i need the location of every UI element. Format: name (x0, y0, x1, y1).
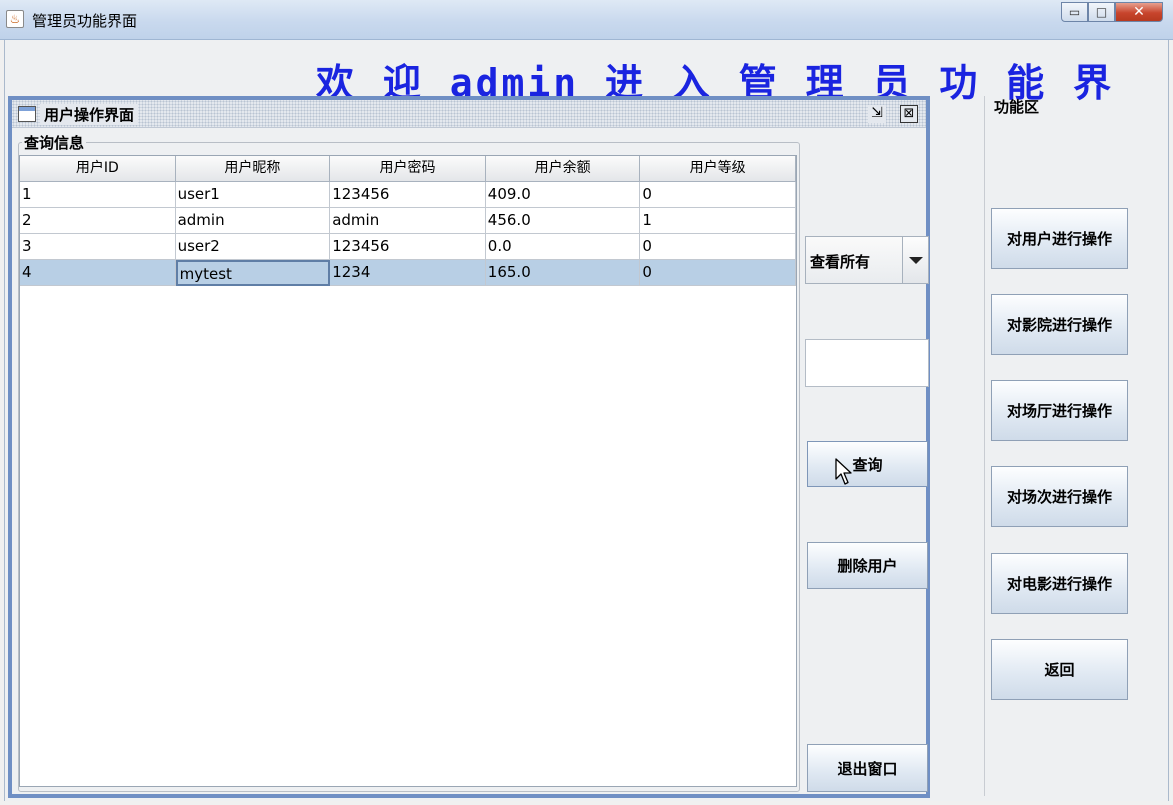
filter-selected-value: 查看所有 (810, 253, 871, 271)
chevron-down-icon[interactable] (902, 237, 928, 283)
window-icon (18, 106, 36, 122)
table-cell-focused[interactable]: mytest (175, 260, 331, 286)
column-header-user-id[interactable]: 用户ID (20, 156, 176, 182)
exit-window-button[interactable]: 退出窗口 (807, 744, 928, 792)
window-title: 管理员功能界面 (32, 12, 138, 30)
function-area-label: 功能区 (994, 98, 1040, 116)
column-header-balance[interactable]: 用户余额 (485, 156, 641, 182)
mouse-cursor-icon (835, 458, 852, 485)
query-input[interactable] (805, 339, 929, 387)
close-icon[interactable]: ⊠ (900, 105, 918, 123)
table-header: 用户ID 用户昵称 用户密码 用户余额 用户等级 (20, 156, 796, 182)
column-header-level[interactable]: 用户等级 (640, 156, 796, 182)
restore-icon[interactable]: ⇲ (868, 105, 886, 123)
manage-movies-button[interactable]: 对电影进行操作 (991, 553, 1128, 614)
table-cell[interactable]: 1 (640, 208, 796, 234)
minimize-button[interactable]: ▭ (1061, 2, 1088, 22)
table-cell[interactable]: 2 (20, 208, 176, 234)
delete-user-button[interactable]: 删除用户 (807, 542, 928, 589)
column-header-nickname[interactable]: 用户昵称 (175, 156, 331, 182)
table-cell[interactable]: admin (330, 208, 486, 234)
return-button[interactable]: 返回 (991, 639, 1128, 700)
table-cell[interactable]: 456.0 (485, 208, 641, 234)
table-cell[interactable]: 165.0 (485, 260, 641, 286)
internal-frame-title: 用户操作界面 (40, 104, 139, 125)
table-cell[interactable]: 0.0 (485, 234, 641, 260)
query-info-label: 查询信息 (22, 132, 87, 153)
table-cell[interactable]: 0 (640, 182, 796, 208)
table-row[interactable]: 2 admin admin 456.0 1 (20, 208, 796, 234)
maximize-button[interactable]: □ (1088, 2, 1115, 22)
table-row-selected[interactable]: 4 mytest 1234 165.0 0 (20, 260, 796, 286)
query-button[interactable]: 查询 (807, 441, 928, 487)
table-row[interactable]: 1 user1 123456 409.0 0 (20, 182, 796, 208)
user-table[interactable]: 用户ID 用户昵称 用户密码 用户余额 用户等级 1 user1 123456 … (19, 155, 797, 787)
java-app-icon: ♨ (6, 10, 24, 28)
user-operation-internal-frame: 用户操作界面 ⇲ ⊠ 查询信息 用户ID 用户昵称 用户密码 用户余额 用户等级… (8, 96, 930, 798)
close-window-button[interactable]: ✕ (1115, 2, 1163, 22)
window-controls: ▭ □ ✕ (1061, 2, 1163, 22)
table-cell[interactable]: 123456 (330, 234, 486, 260)
table-cell[interactable]: user1 (175, 182, 331, 208)
table-cell[interactable]: admin (175, 208, 331, 234)
manage-sessions-button[interactable]: 对场次进行操作 (991, 466, 1128, 527)
internal-frame-titlebar[interactable]: 用户操作界面 ⇲ ⊠ (12, 100, 926, 128)
manage-cinemas-button[interactable]: 对影院进行操作 (991, 294, 1128, 355)
filter-dropdown[interactable]: 查看所有 (805, 236, 929, 284)
table-cell[interactable]: 3 (20, 234, 176, 260)
table-cell[interactable]: user2 (175, 234, 331, 260)
table-cell[interactable]: 1 (20, 182, 176, 208)
table-cell[interactable]: 4 (20, 260, 176, 286)
manage-halls-button[interactable]: 对场厅进行操作 (991, 380, 1128, 441)
window-titlebar: ♨ 管理员功能界面 ▭ □ ✕ (0, 0, 1173, 40)
table-cell[interactable]: 0 (640, 260, 796, 286)
column-header-password[interactable]: 用户密码 (330, 156, 486, 182)
table-row[interactable]: 3 user2 123456 0.0 0 (20, 234, 796, 260)
table-cell[interactable]: 1234 (330, 260, 486, 286)
manage-users-button[interactable]: 对用户进行操作 (991, 208, 1128, 269)
table-cell[interactable]: 409.0 (485, 182, 641, 208)
table-cell[interactable]: 123456 (330, 182, 486, 208)
table-cell[interactable]: 0 (640, 234, 796, 260)
